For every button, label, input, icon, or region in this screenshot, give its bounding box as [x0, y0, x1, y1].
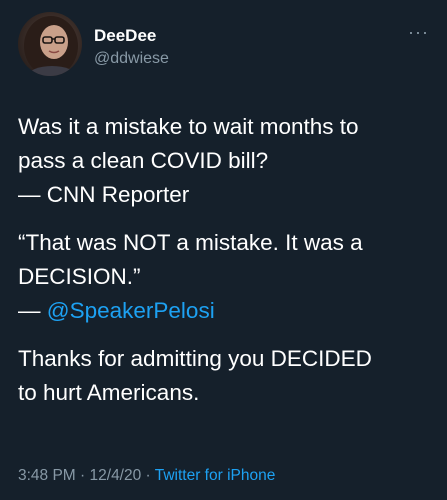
tweet-date[interactable]: 12/4/20: [90, 467, 142, 484]
tweet-header: DeeDee @ddwiese ···: [18, 12, 429, 76]
display-name[interactable]: DeeDee: [94, 26, 169, 46]
tweet-line: “That was NOT a mistake. It was a: [18, 230, 363, 255]
tweet-line: to hurt Americans.: [18, 380, 200, 405]
user-handle[interactable]: @ddwiese: [94, 48, 169, 70]
tweet-meta: 3:48 PM · 12/4/20 · Twitter for iPhone: [18, 467, 275, 485]
author-names[interactable]: DeeDee @ddwiese: [94, 26, 169, 70]
tweet-line: — @SpeakerPelosi: [18, 294, 433, 328]
tweet-time[interactable]: 3:48 PM: [18, 467, 76, 484]
tweet-line: DECISION.”: [18, 264, 141, 289]
tweet-line: pass a clean COVID bill?: [18, 148, 269, 173]
mention-link[interactable]: @SpeakerPelosi: [47, 298, 215, 323]
tweet-line: — CNN Reporter: [18, 182, 190, 207]
tweet-line: Thanks for admitting you DECIDED: [18, 346, 372, 371]
more-horizontal-icon[interactable]: ···: [408, 22, 429, 43]
tweet-paragraph-1: Was it a mistake to wait months to pass …: [18, 110, 433, 212]
tweet-paragraph-3: Thanks for admitting you DECIDED to hurt…: [18, 342, 433, 410]
avatar-image: [24, 16, 78, 76]
tweet-paragraph-2: “That was NOT a mistake. It was a DECISI…: [18, 226, 433, 328]
tweet-text: Was it a mistake to wait months to pass …: [18, 110, 433, 424]
dash-prefix: —: [18, 298, 47, 323]
meta-separator: ·: [141, 467, 155, 484]
meta-separator: ·: [75, 467, 90, 484]
tweet-source-link[interactable]: Twitter for iPhone: [155, 467, 276, 484]
avatar[interactable]: [18, 12, 82, 76]
tweet-line: Was it a mistake to wait months to: [18, 114, 359, 139]
